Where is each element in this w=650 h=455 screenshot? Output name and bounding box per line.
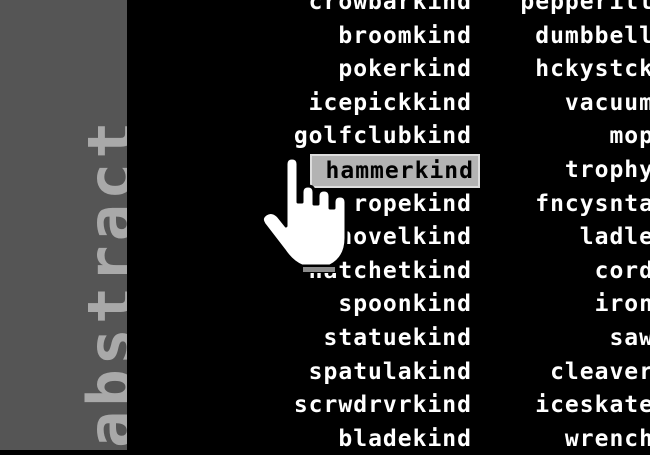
object-item-pepperill[interactable]: pepperill [520, 0, 650, 18]
object-item-hckystck[interactable]: hckystck [535, 53, 650, 85]
kind-item-pokerkind[interactable]: pokerkind [338, 53, 472, 85]
object-item-cleaver[interactable]: cleaver [550, 356, 650, 388]
object-item-vacuum[interactable]: vacuum [565, 87, 650, 119]
kind-list-right: pepperill dumbbell hckystck vacuum mop trophy… [472, 0, 650, 452]
kind-item-golfclubkind[interactable]: golfclubkind [294, 120, 472, 152]
sidebar: abstract [0, 0, 147, 450]
object-item-fncysnta[interactable]: fncysnta [535, 188, 650, 220]
hand-pointer-icon [260, 158, 348, 273]
kind-item-spatulakind[interactable]: spatulakind [309, 356, 472, 388]
object-item-iron[interactable]: iron [595, 288, 650, 320]
kind-item-scrwdrvrkind[interactable]: scrwdrvrkind [294, 389, 472, 421]
object-item-mop[interactable]: mop [609, 120, 650, 152]
object-item-saw[interactable]: saw [609, 322, 650, 354]
object-item-ladle[interactable]: ladle [580, 221, 650, 253]
kind-item-spoonkind[interactable]: spoonkind [338, 288, 472, 320]
kind-item-crowbarkind[interactable]: crowbarkind [309, 0, 472, 18]
kind-item-statuekind[interactable]: statuekind [324, 322, 472, 354]
kind-item-icepickkind[interactable]: icepickkind [309, 87, 472, 119]
object-item-cord[interactable]: cord [595, 255, 650, 287]
object-item-iceskate[interactable]: iceskate [535, 389, 650, 421]
kind-item-ropekind[interactable]: ropekind [353, 188, 472, 220]
sidebar-title: abstract [4, 0, 147, 450]
kind-item-broomkind[interactable]: broomkind [338, 20, 472, 52]
object-item-dumbbell[interactable]: dumbbell [535, 20, 650, 52]
kind-list-panel: crowbarkind broomkind pokerkind icepickkind… [127, 0, 650, 452]
object-item-trophy[interactable]: trophy [565, 154, 650, 186]
